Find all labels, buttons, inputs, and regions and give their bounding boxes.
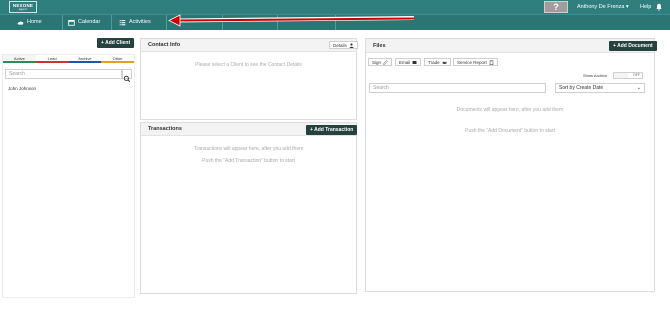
transactions-panel: Transactions + Add Transaction Transacti… [140, 122, 358, 294]
bell-icon[interactable] [655, 3, 663, 11]
nav-calendar-label: Calendar [78, 19, 101, 25]
clipboard-icon [489, 60, 494, 65]
contact-info-panel: Contact Info Details Please select a Cli… [140, 38, 358, 120]
client-search-button[interactable] [122, 69, 132, 83]
annotation-arrow [168, 14, 415, 27]
trade-button-label: Trade [428, 59, 440, 65]
sort-select[interactable]: Sort by Create Date ⌄ [555, 83, 645, 93]
calendar-icon [68, 19, 75, 26]
client-search-input[interactable]: Search [5, 69, 122, 79]
nav-home-label: Home [27, 19, 42, 25]
sign-button-label: Sign [372, 59, 382, 65]
details-button[interactable]: Details [329, 41, 358, 49]
contact-empty-text: Please select a Client to see the Contac… [195, 62, 302, 68]
trade-button[interactable]: Trade [424, 58, 451, 66]
files-empty-line2: Push the "Add Document" button to start [465, 128, 555, 134]
files-panel: Files + Add Document [365, 38, 657, 292]
tab-lead[interactable]: Lead [35, 55, 69, 63]
toggle-state: OFF [633, 73, 640, 77]
nav-activities[interactable]: Activities [119, 15, 151, 30]
sort-select-value: Sort by Create Date [559, 85, 604, 91]
chevron-down-icon: ⌄ [636, 85, 641, 91]
user-menu[interactable]: Anthony De Frenza ▾ [577, 2, 629, 12]
nav-calendar[interactable]: Calendar [68, 15, 100, 30]
transactions-empty-line2: Push the "Add Transaction" button to sta… [202, 158, 295, 164]
nav-divider [111, 15, 112, 30]
search-icon [123, 75, 131, 83]
client-list-item[interactable]: John Johnson [8, 86, 36, 91]
files-empty-line1: Documents will appear here, after you ad… [456, 107, 564, 113]
nexone-logo[interactable]: NEXONE agent [9, 1, 37, 13]
top-bar: NEXONE agent ? Anthony De Frenza ▾ Help [0, 0, 670, 14]
add-client-button[interactable]: + Add Client [97, 38, 135, 48]
files-search-input[interactable]: Search [369, 83, 546, 93]
contact-info-title: Contact Info [141, 39, 356, 52]
person-icon [349, 42, 354, 48]
service-report-button[interactable]: Service Report [453, 58, 498, 66]
email-icon [412, 60, 417, 64]
list-icon [119, 20, 126, 26]
tab-active[interactable]: Active [3, 55, 36, 63]
details-button-label: Details [333, 42, 347, 48]
add-transaction-button[interactable]: + Add Transaction [306, 125, 358, 135]
tab-archive[interactable]: Archive [68, 55, 102, 63]
add-document-button[interactable]: + Add Document [609, 41, 657, 51]
help-question-button[interactable]: ? [544, 1, 568, 13]
nav-activities-label: Activities [129, 19, 151, 25]
pencil-icon [383, 59, 388, 65]
handshake-icon [442, 61, 447, 64]
transactions-title-text: Transactions [148, 126, 182, 132]
nav-divider [62, 15, 63, 30]
client-tabs: Active Lead Archive Other [3, 55, 134, 63]
tab-other[interactable]: Other [101, 55, 134, 63]
show-archive-toggle[interactable]: OFF [613, 72, 643, 79]
help-link[interactable]: Help [640, 2, 651, 12]
sign-button[interactable]: Sign [368, 58, 393, 66]
service-report-button-label: Service Report [457, 59, 487, 65]
contact-info-title-text: Contact Info [148, 42, 181, 48]
transactions-empty-line1: Transactions will appear here, after you… [193, 146, 304, 152]
toggle-knob [614, 73, 628, 78]
logo-sub: agent [18, 7, 28, 11]
email-button-label: Email [399, 59, 411, 65]
nav-divider [166, 15, 167, 30]
files-title-text: Files [373, 43, 386, 49]
nav-home[interactable]: Home [17, 15, 42, 30]
show-archive-label: Show Archive [583, 73, 608, 78]
email-button[interactable]: Email [395, 58, 422, 66]
cloud-home-icon [17, 21, 24, 25]
